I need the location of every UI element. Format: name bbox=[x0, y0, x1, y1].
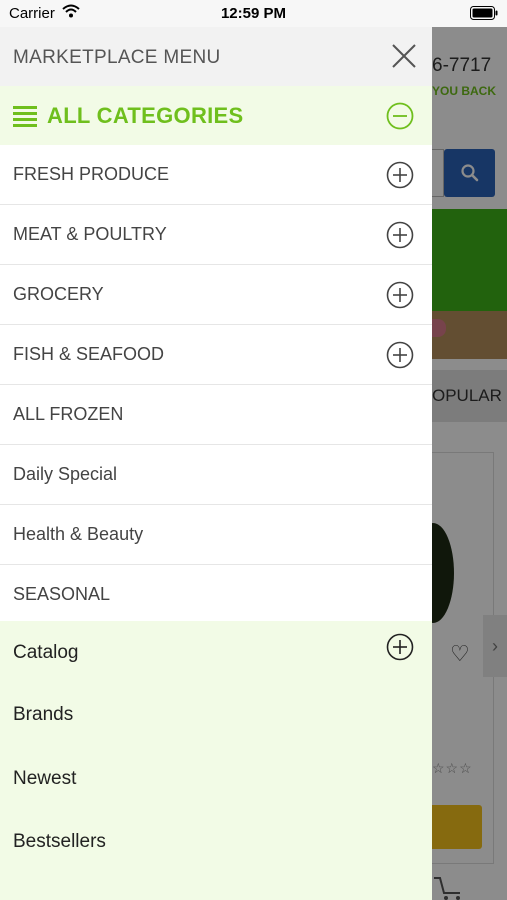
marketplace-menu-drawer: MARKETPLACE MENU ALL CATEGORIES FRESH PR… bbox=[0, 27, 432, 900]
drawer-header: MARKETPLACE MENU bbox=[0, 27, 432, 86]
category-item[interactable]: GROCERY bbox=[0, 265, 432, 325]
category-item[interactable]: FISH & SEAFOOD bbox=[0, 325, 432, 385]
menu-link-label: Newest bbox=[13, 768, 77, 789]
category-label: FISH & SEAFOOD bbox=[13, 344, 165, 364]
category-label: FRESH PRODUCE bbox=[13, 164, 170, 184]
category-label: GROCERY bbox=[13, 284, 104, 304]
all-categories-label: ALL CATEGORIES bbox=[47, 103, 244, 128]
menu-links-section: Catalog Brands Newest Bestsellers bbox=[0, 621, 432, 900]
menu-link-label: Bestsellers bbox=[13, 831, 106, 852]
category-label: Daily Special bbox=[13, 464, 118, 484]
drawer-title: MARKETPLACE MENU bbox=[13, 47, 221, 68]
category-item[interactable]: Daily Special bbox=[0, 445, 432, 505]
close-icon bbox=[392, 44, 416, 68]
category-label: MEAT & POULTRY bbox=[13, 224, 167, 244]
close-button[interactable] bbox=[388, 40, 420, 72]
status-bar: Carrier 12:59 PM bbox=[0, 0, 507, 27]
menu-link-label: Brands bbox=[13, 704, 74, 725]
category-item[interactable]: ALL FROZEN bbox=[0, 385, 432, 445]
list-icon bbox=[13, 106, 37, 133]
menu-link-3[interactable]: Bestsellers bbox=[0, 810, 432, 870]
menu-link-2[interactable]: Newest bbox=[0, 747, 432, 807]
all-categories-header[interactable]: ALL CATEGORIES bbox=[0, 86, 432, 145]
plus-circle-icon[interactable] bbox=[386, 341, 414, 374]
clock: 12:59 PM bbox=[220, 5, 287, 22]
plus-circle-icon[interactable] bbox=[386, 633, 414, 666]
plus-circle-icon[interactable] bbox=[386, 281, 414, 314]
category-label: SEASONAL bbox=[13, 584, 111, 604]
category-item[interactable]: MEAT & POULTRY bbox=[0, 205, 432, 265]
minus-circle-icon[interactable] bbox=[386, 102, 414, 135]
menu-link-1[interactable]: Brands bbox=[0, 683, 432, 743]
menu-link-label: Catalog bbox=[13, 642, 79, 663]
plus-circle-icon[interactable] bbox=[386, 161, 414, 194]
dim-overlay[interactable] bbox=[432, 27, 507, 900]
plus-circle-icon[interactable] bbox=[386, 221, 414, 254]
category-label: ALL FROZEN bbox=[13, 404, 124, 424]
category-item[interactable]: SEASONAL bbox=[0, 565, 432, 625]
category-label: Health & Beauty bbox=[13, 524, 144, 544]
menu-link-0[interactable]: Catalog bbox=[0, 621, 432, 681]
battery-icon bbox=[470, 6, 498, 24]
category-item[interactable]: FRESH PRODUCE bbox=[0, 145, 432, 205]
category-item[interactable]: Health & Beauty bbox=[0, 505, 432, 565]
category-list: FRESH PRODUCE MEAT & POULTRY GROCERY FISH &… bbox=[0, 145, 432, 625]
